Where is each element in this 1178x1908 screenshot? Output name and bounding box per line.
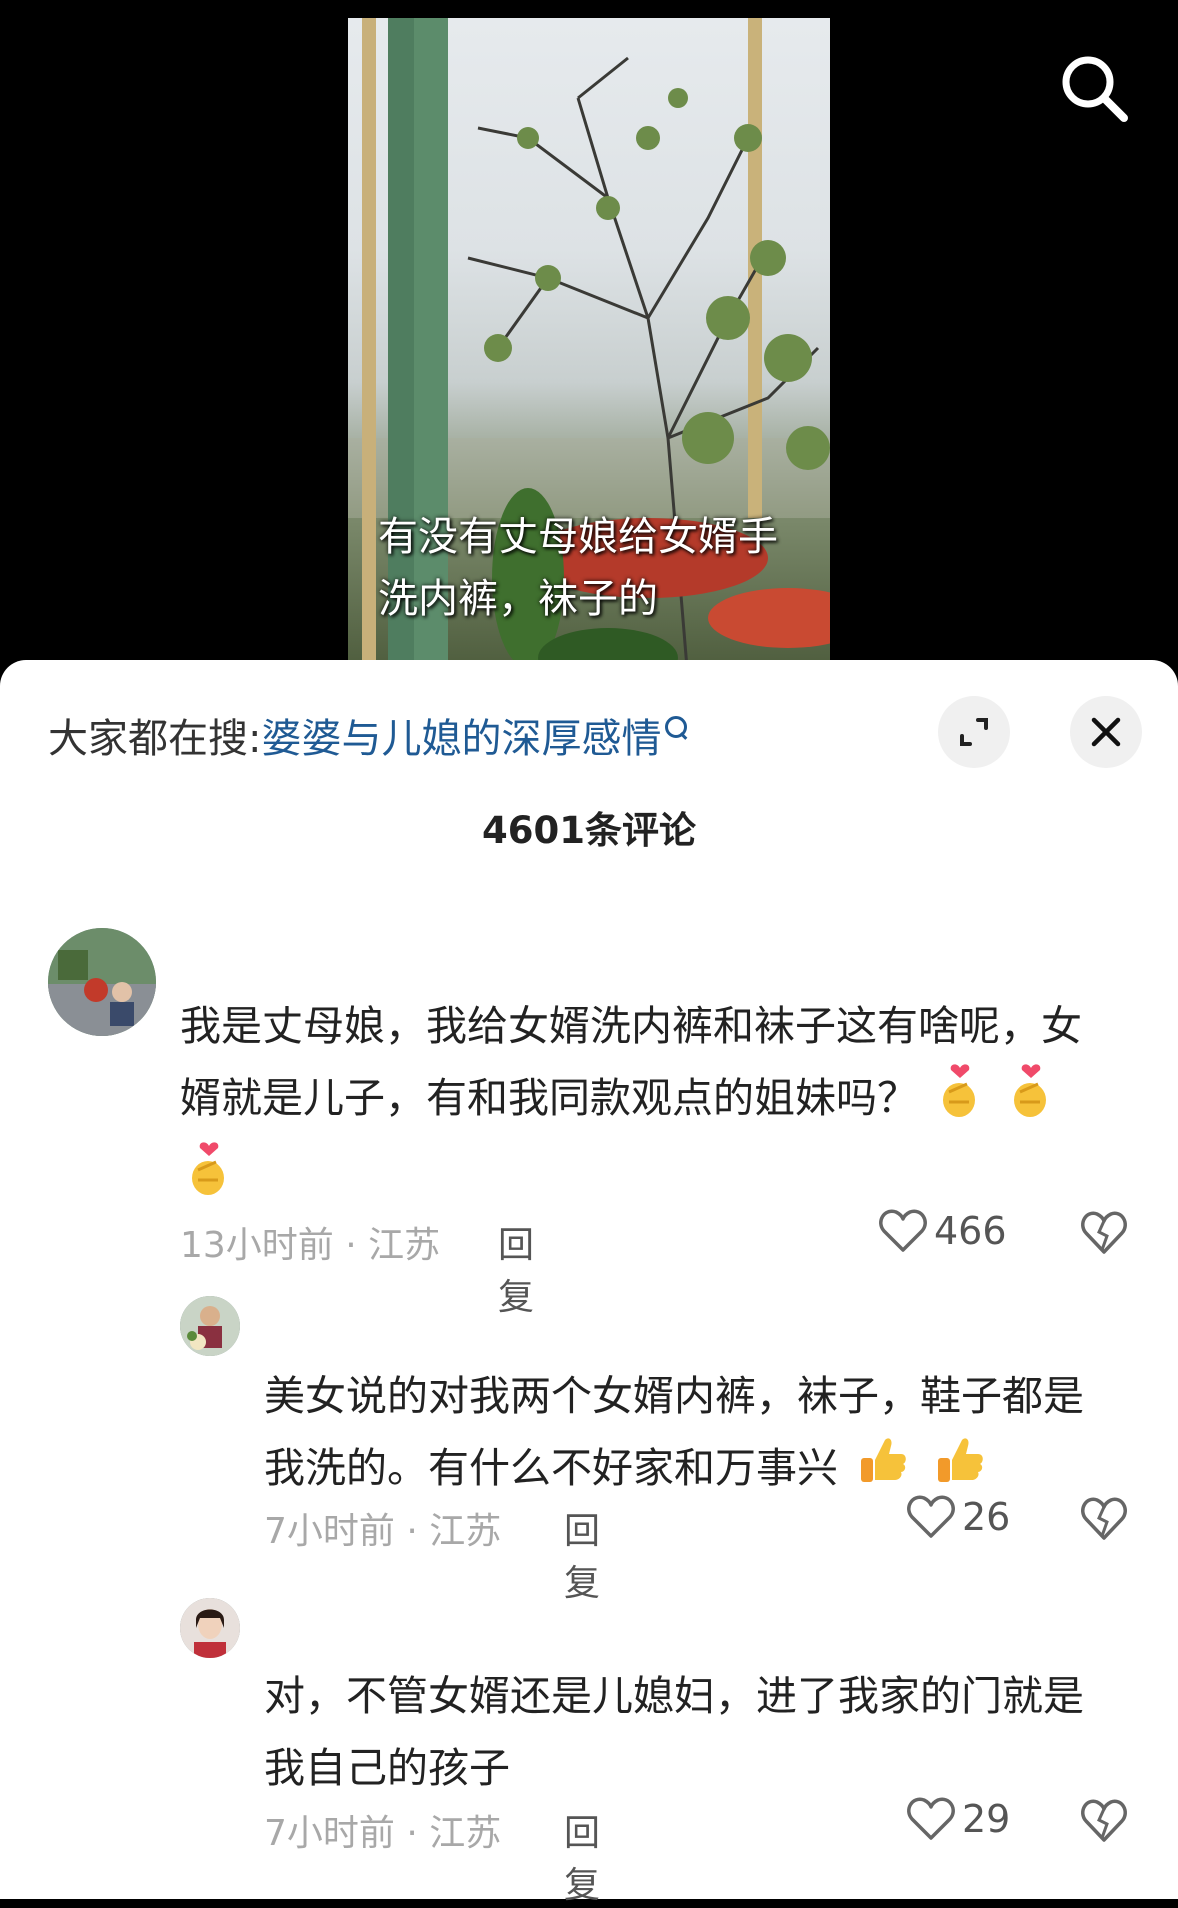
close-button[interactable] xyxy=(1070,696,1142,768)
video-caption: 有没有丈母娘给女婿手洗内裤，袜子的 xyxy=(378,514,778,622)
avatar[interactable] xyxy=(180,1598,240,1658)
broken-heart-icon xyxy=(1081,1497,1127,1540)
heart-hands-emoji xyxy=(937,1062,983,1140)
video-player[interactable]: 有没有丈母娘给女婿手洗内裤，袜子的 xyxy=(0,0,1178,680)
heart-icon xyxy=(907,1797,955,1840)
heart-icon xyxy=(907,1495,955,1538)
comment-text: 对，不管女婿还是儿媳妇，进了我家的门就是我自己的孩子 xyxy=(264,1672,1084,1792)
dislike-button[interactable] xyxy=(1080,1210,1128,1260)
heart-icon xyxy=(879,1209,927,1252)
like-button[interactable]: 466 xyxy=(878,1208,1007,1254)
like-count: 26 xyxy=(962,1495,1011,1539)
thumbs-up-emoji xyxy=(857,1434,909,1508)
reply-button[interactable]: 回复 xyxy=(498,1216,534,1320)
search-small-icon xyxy=(665,716,688,738)
like-button[interactable]: 29 xyxy=(906,1796,1010,1842)
like-count: 466 xyxy=(934,1209,1007,1253)
like-button[interactable]: 26 xyxy=(906,1494,1010,1540)
search-icon xyxy=(1062,56,1128,122)
comment-text: 我是丈母娘，我给女婿洗内裤和袜子这有啥呢，女婿就是儿子，有和我同款观点的姐妹吗？ xyxy=(180,990,1100,1218)
hot-search-bar: 大家都在搜:婆婆与儿媳的深厚感情 xyxy=(48,706,688,764)
dislike-button[interactable] xyxy=(1080,1798,1128,1848)
hot-search-label: 大家都在搜: xyxy=(48,716,262,762)
expand-icon xyxy=(960,718,988,746)
video-frame[interactable]: 有没有丈母娘给女婿手洗内裤，袜子的 xyxy=(348,18,830,680)
expand-button[interactable] xyxy=(938,696,1010,768)
heart-hands-emoji xyxy=(186,1140,232,1218)
reply-button[interactable]: 回复 xyxy=(564,1502,600,1606)
reply-button[interactable]: 回复 xyxy=(564,1804,600,1908)
broken-heart-icon xyxy=(1081,1799,1127,1842)
comment-meta: 7小时前 · 江苏 xyxy=(264,1813,502,1854)
like-count: 29 xyxy=(962,1797,1011,1841)
heart-hands-emoji xyxy=(1008,1062,1054,1140)
close-icon xyxy=(1091,717,1121,747)
avatar[interactable] xyxy=(180,1296,240,1356)
comment-meta: 13小时前 · 江苏 xyxy=(180,1225,441,1266)
avatar[interactable] xyxy=(48,928,156,1036)
comment-meta: 7小时前 · 江苏 xyxy=(264,1511,502,1552)
dislike-button[interactable] xyxy=(1080,1496,1128,1546)
search-button[interactable] xyxy=(1058,52,1132,126)
hot-search-link[interactable]: 婆婆与儿媳的深厚感情 xyxy=(261,716,661,762)
comment-sheet: 大家都在搜:婆婆与儿媳的深厚感情 4601条评论 我是丈母娘，我给女婿洗内裤和袜… xyxy=(0,660,1178,1906)
comment-count: 4601条评论 xyxy=(482,809,696,852)
broken-heart-icon xyxy=(1081,1211,1127,1254)
comment-text: 美女说的对我两个女婿内裤，袜子，鞋子都是我洗的。有什么不好家和万事兴 xyxy=(264,1360,1114,1508)
